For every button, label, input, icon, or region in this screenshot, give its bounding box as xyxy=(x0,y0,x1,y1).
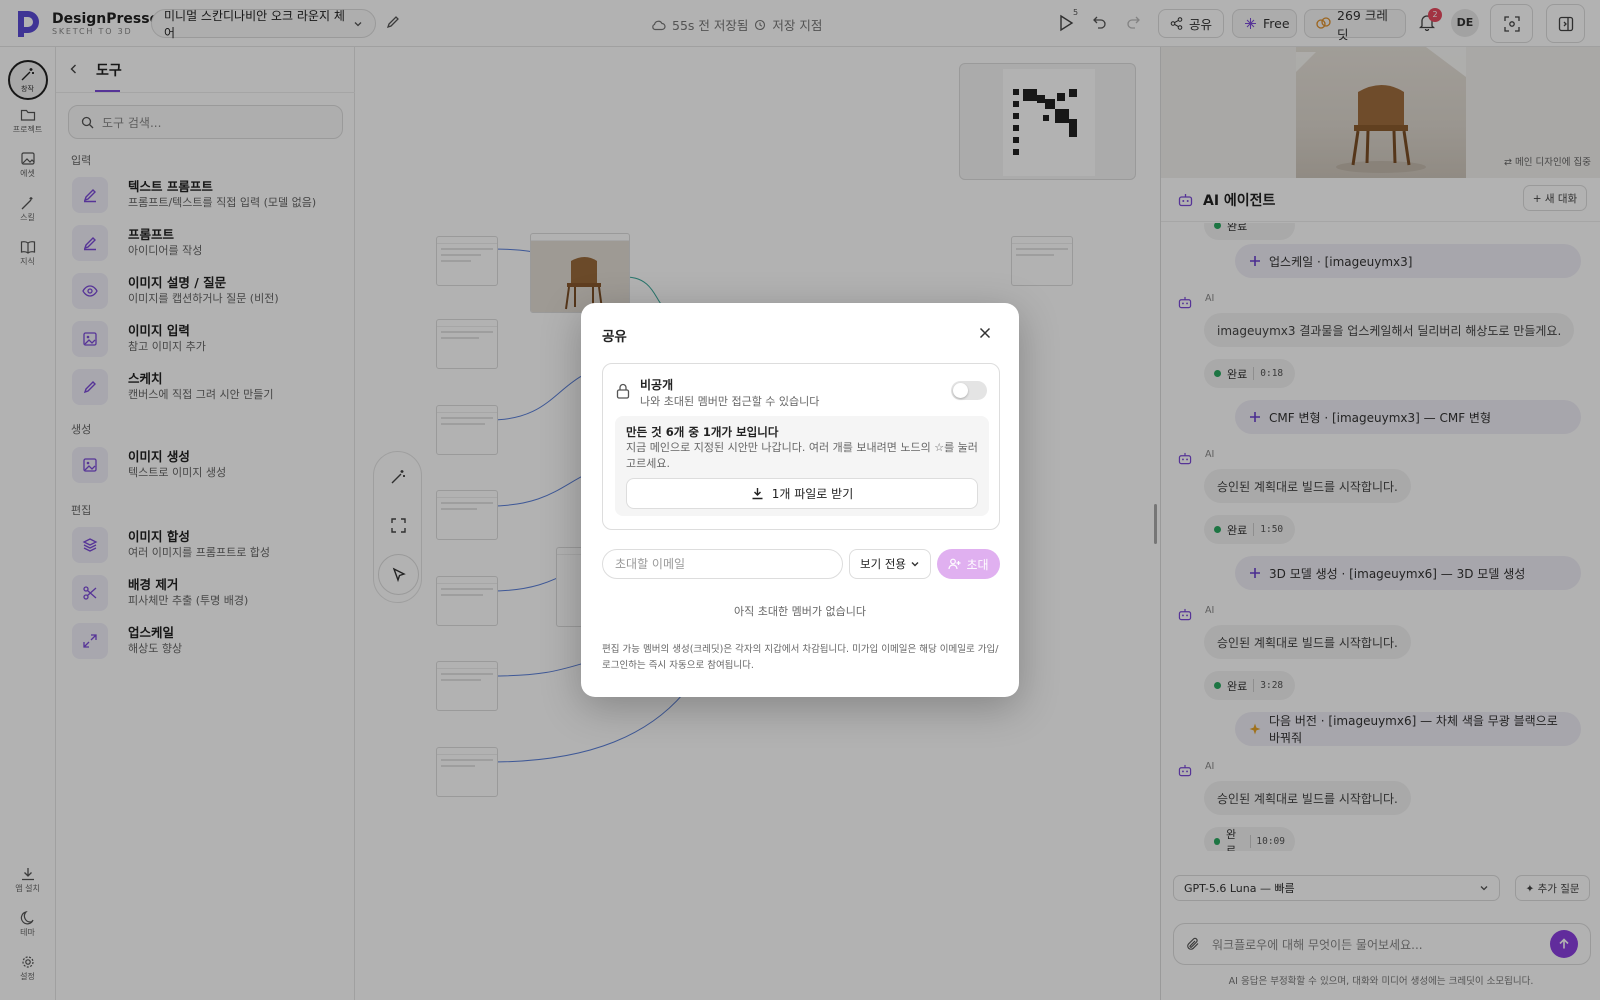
user-plus-icon xyxy=(948,558,961,570)
share-dialog: 공유 비공개 나와 초대된 멤버만 접근할 수 있습니다 만든 것 6개 중 1… xyxy=(581,303,1019,697)
private-toggle[interactable] xyxy=(951,381,987,400)
dialog-title: 공유 xyxy=(602,329,627,345)
close-icon[interactable] xyxy=(979,327,991,339)
download-file-button[interactable]: 1개 파일로 받기 xyxy=(626,478,978,509)
invite-label: 초대 xyxy=(966,557,989,572)
toggle-knob xyxy=(953,383,968,398)
privacy-card: 비공개 나와 초대된 멤버만 접근할 수 있습니다 만든 것 6개 중 1개가 … xyxy=(602,363,1000,530)
empty-members-text: 아직 초대한 멤버가 없습니다 xyxy=(734,605,866,618)
role-select[interactable]: 보기 전용 xyxy=(849,549,931,579)
download-icon xyxy=(751,487,764,500)
share-footnote: 편집 가능 멤버의 생성(크레딧)은 각자의 지갑에서 차감됩니다. 미가입 이… xyxy=(602,644,999,671)
visible-items-box: 만든 것 6개 중 1개가 보입니다 지금 메인으로 지정된 시안만 나갑니다.… xyxy=(615,416,989,516)
privacy-title: 비공개 xyxy=(640,378,674,392)
visible-items-title: 만든 것 6개 중 1개가 보입니다 xyxy=(626,425,779,439)
invite-email-input[interactable] xyxy=(602,549,843,579)
chevron-down-icon xyxy=(910,559,920,569)
role-value: 보기 전용 xyxy=(860,557,906,571)
lock-icon xyxy=(616,383,630,399)
privacy-desc: 나와 초대된 멤버만 접근할 수 있습니다 xyxy=(640,395,820,408)
invite-button[interactable]: 초대 xyxy=(937,549,1000,579)
visible-items-desc: 지금 메인으로 지정된 시안만 나갑니다. 여러 개를 보내려면 노드의 ☆를 … xyxy=(626,441,978,470)
download-label: 1개 파일로 받기 xyxy=(771,487,854,501)
